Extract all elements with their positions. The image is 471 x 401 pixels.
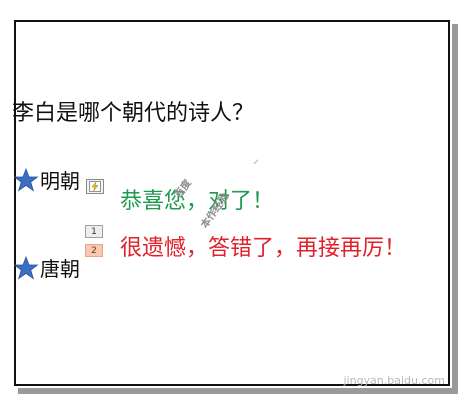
slide-shadow-right — [452, 24, 458, 390]
option-label: 唐朝 — [40, 257, 80, 281]
cursor-mark: ⸝ — [253, 152, 260, 166]
star-icon — [14, 255, 38, 279]
animation-order-badge-1[interactable]: 1 — [85, 225, 103, 238]
option-ming-dynasty[interactable]: 明朝 — [14, 165, 80, 194]
lightning-trigger-icon[interactable] — [86, 179, 104, 194]
corner-watermark: jingyan.baidu.com — [343, 374, 445, 387]
lightning-icon — [89, 181, 101, 192]
slide-shadow-bottom — [18, 388, 458, 394]
animation-order-badge-2[interactable]: 2 — [85, 244, 103, 257]
option-label: 明朝 — [40, 169, 80, 193]
star-icon — [14, 167, 38, 191]
option-tang-dynasty[interactable]: 唐朝 — [14, 253, 80, 282]
feedback-wrong-text[interactable]: 很遗憾，答错了，再接再厉！ — [120, 230, 406, 262]
feedback-correct-text[interactable]: 恭喜您，对了！ — [120, 183, 274, 215]
question-text: 李白是哪个朝代的诗人？ — [12, 101, 255, 126]
